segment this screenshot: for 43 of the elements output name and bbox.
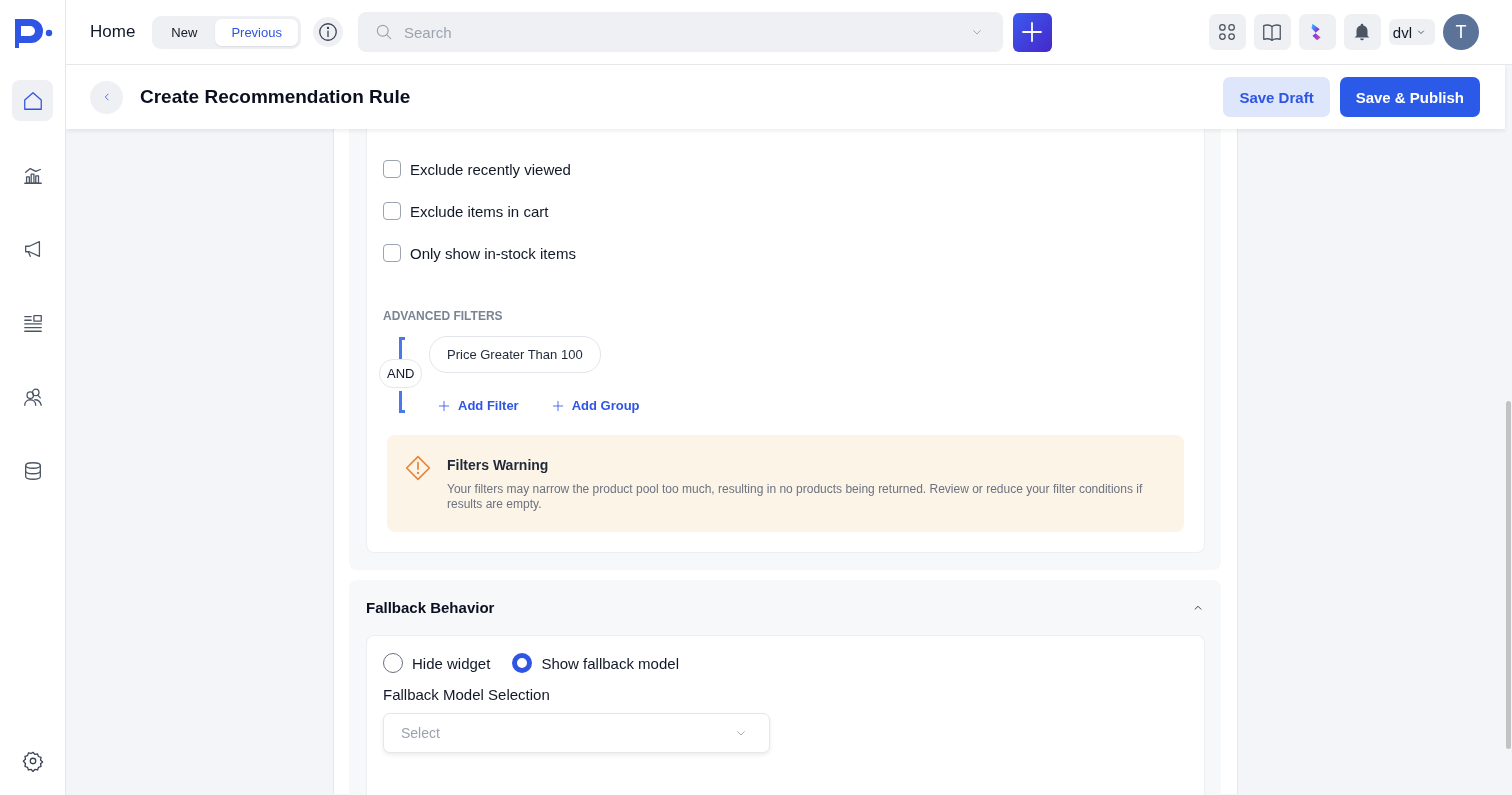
view-tab[interactable]: New (155, 18, 214, 46)
apps-button[interactable] (1208, 14, 1246, 50)
section-title: Fallback Behavior (366, 599, 495, 616)
section-label: ADVANCED FILTERS (383, 309, 504, 323)
radio-button[interactable] (512, 653, 533, 673)
workspace-dropdown[interactable]: dvl (1388, 19, 1435, 45)
field-label: Fallback Model Selection (383, 686, 551, 703)
warning-message: Your filters may narrow the product pool too much, resulting in no products being returned. Review or reduce your filter conditions if results are empty. (447, 482, 1144, 512)
checkbox[interactable] (383, 244, 401, 262)
ribbon-button[interactable] (1298, 14, 1336, 50)
filter-chip[interactable]: Price Greater Than 100 (429, 336, 601, 373)
draft-button[interactable]: Save Draft (1223, 77, 1330, 117)
nav-item[interactable] (12, 80, 53, 121)
view-tab[interactable]: Previous (215, 18, 298, 46)
info-icon[interactable] (316, 21, 339, 43)
book-icon (1261, 21, 1284, 43)
checkbox-label: Only show in-stock items (410, 244, 576, 262)
plus-icon (1020, 20, 1045, 44)
publish-button[interactable]: Save & Publish (1339, 77, 1480, 117)
logo-icon[interactable] (12, 17, 53, 50)
search-field[interactable]: Search (357, 12, 1003, 52)
plus-icon (437, 398, 451, 413)
add-button[interactable] (1012, 12, 1052, 52)
radio-label: Show fallback model (541, 654, 679, 672)
plus-icon (550, 398, 565, 413)
checkbox[interactable] (383, 202, 401, 220)
warning-icon (405, 455, 431, 481)
settings-icon[interactable] (21, 750, 44, 772)
bell-button[interactable] (1343, 14, 1381, 50)
add-filter-link[interactable]: Add Filter (437, 398, 519, 413)
avatar[interactable]: T (1443, 14, 1479, 50)
operator-badge[interactable]: AND (379, 359, 423, 388)
home-icon (21, 89, 44, 112)
checkbox-label: Exclude items in cart (410, 202, 549, 220)
bracket-line (399, 391, 405, 413)
checkbox[interactable] (383, 160, 401, 178)
warning-title: Filters Warning (447, 457, 550, 473)
page-title: Home (90, 22, 136, 42)
book-button[interactable] (1253, 14, 1291, 50)
radio-label: Hide widget (412, 654, 491, 672)
page-heading: Create Recommendation Rule (140, 86, 412, 108)
checkbox-label: Exclude recently viewed (410, 160, 571, 178)
add-group-link[interactable]: Add Group (550, 398, 640, 413)
